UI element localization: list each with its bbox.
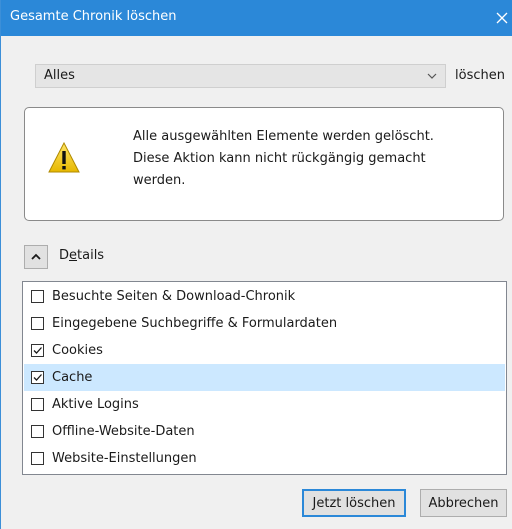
list-item-site-settings[interactable]: Website-Einstellungen <box>24 445 505 472</box>
chevron-up-icon <box>31 253 41 260</box>
checkbox[interactable] <box>31 452 44 465</box>
list-item-offline-data[interactable]: Offline-Website-Daten <box>24 418 505 445</box>
clear-now-button[interactable]: Jetzt löschen <box>302 489 406 517</box>
warning-box: Alle ausgewählten Elemente werden gelösc… <box>24 107 504 221</box>
history-items-list: Besuchte Seiten & Download-Chronik Einge… <box>22 281 507 475</box>
list-item-label: Aktive Logins <box>52 397 139 412</box>
warning-icon <box>47 141 81 175</box>
checkbox[interactable] <box>31 371 44 384</box>
details-label[interactable]: Details <box>59 248 104 263</box>
list-item-label: Cookies <box>52 343 103 358</box>
list-item-cache[interactable]: Cache <box>24 364 505 391</box>
list-item-label: Besuchte Seiten & Download-Chronik <box>52 289 296 304</box>
cancel-button[interactable]: Abbrechen <box>420 489 507 517</box>
warning-text: Alle ausgewählten Elemente werden gelösc… <box>133 126 473 192</box>
list-item-browsing-history[interactable]: Besuchte Seiten & Download-Chronik <box>24 283 505 310</box>
check-icon <box>33 374 42 381</box>
check-icon <box>33 347 42 354</box>
checkbox[interactable] <box>31 425 44 438</box>
time-range-value: Alles <box>44 68 75 83</box>
warning-line-2: Diese Aktion kann nicht rückgängig gemac… <box>133 151 426 188</box>
title-bar: Gesamte Chronik löschen <box>1 0 512 36</box>
clear-history-dialog: Gesamte Chronik löschen Alles löschen Al… <box>0 0 512 529</box>
list-item-label: Cache <box>52 370 93 385</box>
chevron-down-icon <box>425 69 439 83</box>
close-icon[interactable] <box>492 0 512 36</box>
list-item-label: Offline-Website-Daten <box>52 424 195 439</box>
list-item-label: Eingegebene Suchbegriffe & Formulardaten <box>52 316 338 331</box>
time-range-dropdown[interactable]: Alles <box>35 64 446 88</box>
checkbox[interactable] <box>31 290 44 303</box>
details-toggle-button[interactable] <box>24 245 48 269</box>
list-item-active-logins[interactable]: Aktive Logins <box>24 391 505 418</box>
list-item-cookies[interactable]: Cookies <box>24 337 505 364</box>
dialog-title: Gesamte Chronik löschen <box>10 9 177 24</box>
warning-line-1: Alle ausgewählten Elemente werden gelösc… <box>133 129 434 144</box>
time-range-suffix-label: löschen <box>455 68 505 83</box>
checkbox[interactable] <box>31 398 44 411</box>
checkbox[interactable] <box>31 317 44 330</box>
list-item-label: Website-Einstellungen <box>52 451 197 466</box>
list-item-form-history[interactable]: Eingegebene Suchbegriffe & Formulardaten <box>24 310 505 337</box>
checkbox[interactable] <box>31 344 44 357</box>
